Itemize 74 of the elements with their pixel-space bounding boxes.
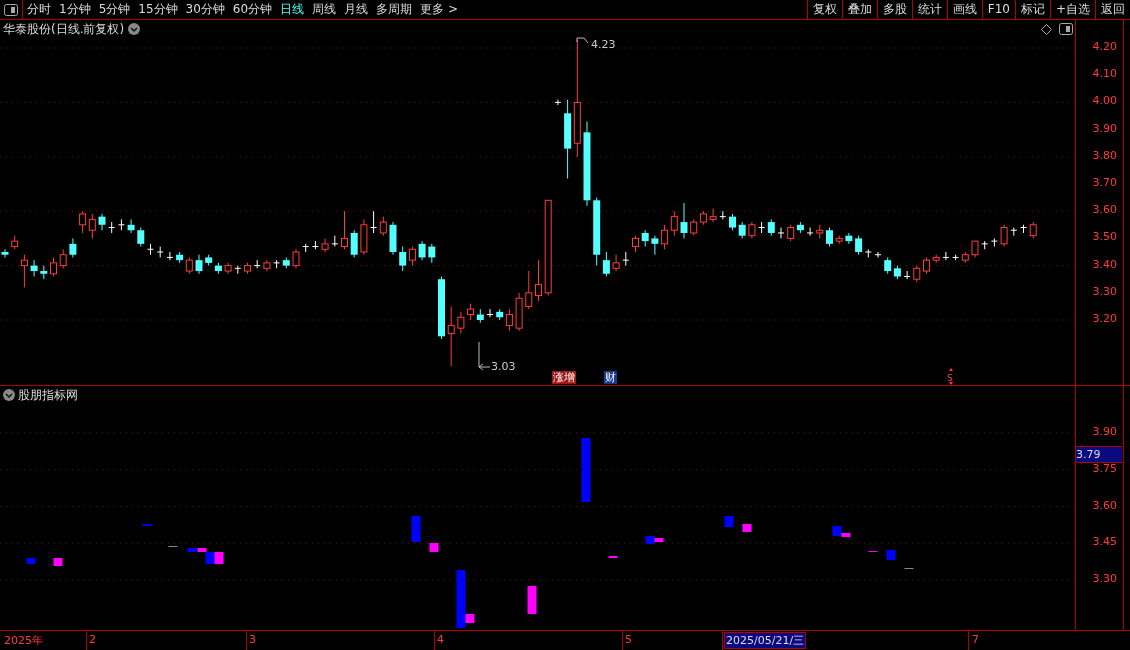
indicator-bar <box>53 558 63 566</box>
high-price-label: 4.23 <box>591 38 616 51</box>
period-tab[interactable]: 周线 <box>308 1 341 18</box>
event-tag[interactable]: 涨增 <box>552 371 576 384</box>
indicator-axis-label: 3.45 <box>1092 535 1117 549</box>
toolbar-button[interactable]: F10 <box>981 0 1015 19</box>
price-axis-label: 3.50 <box>1092 230 1117 244</box>
indicator-bar <box>868 551 878 552</box>
period-tab[interactable]: 60分钟 <box>228 1 277 18</box>
date-axis-label: 2 <box>89 633 96 646</box>
event-tag[interactable]: S <box>946 374 954 383</box>
price-axis-label: 3.20 <box>1092 312 1117 325</box>
price-axis-label: 3.80 <box>1092 148 1117 162</box>
toolbar-button[interactable]: 叠加 <box>841 0 877 19</box>
date-axis-label: 7 <box>972 633 979 646</box>
toolbar-button[interactable]: 多股 <box>876 0 912 19</box>
period-tab[interactable]: 月线 <box>340 1 373 18</box>
indicator-bar <box>142 524 152 526</box>
price-axis-label: 3.60 <box>1092 203 1117 217</box>
event-tag[interactable]: 财 <box>604 371 617 384</box>
period-tab[interactable]: 分时 <box>23 1 55 18</box>
toolbar-button[interactable]: 标记 <box>1014 0 1050 19</box>
price-axis-label: 3.70 <box>1092 176 1117 189</box>
price-axis-label: 4.00 <box>1092 94 1117 108</box>
date-axis-label: 3 <box>249 633 256 646</box>
signal-arrows-icon <box>949 368 953 385</box>
period-tab[interactable]: 5分钟 <box>94 1 135 18</box>
toolbar-button[interactable]: +自选 <box>1049 0 1095 19</box>
indicator-title: 股朋指标网 <box>18 387 78 404</box>
toolbar-button[interactable]: 返回 <box>1095 0 1130 19</box>
diamond-icon[interactable] <box>1041 24 1052 35</box>
indicator-bar <box>724 516 734 527</box>
toolbar-button[interactable]: 画线 <box>946 0 982 19</box>
indicator-bar <box>742 524 752 532</box>
leader-line <box>478 341 491 371</box>
period-tab[interactable]: 日线 <box>276 1 309 18</box>
price-axis-label: 3.90 <box>1092 121 1117 135</box>
panel-toggle-icon[interactable] <box>1059 23 1073 35</box>
cursor-value-label: 3.79 <box>1076 446 1122 463</box>
date-axis-label: 5 <box>625 633 632 646</box>
indicator-bar <box>581 438 591 502</box>
dropdown-icon[interactable] <box>3 389 15 401</box>
period-tab[interactable]: 15分钟 <box>134 1 182 18</box>
period-tab[interactable]: 1分钟 <box>55 1 95 18</box>
indicator-bar <box>214 552 224 564</box>
price-axis-label: 4.20 <box>1092 40 1117 53</box>
indicator-bar <box>608 556 618 558</box>
leader-line <box>576 37 589 44</box>
indicator-bar <box>411 516 421 542</box>
cursor-date-label: 2025/05/21/三 <box>724 632 807 649</box>
date-axis-label: 4 <box>437 633 444 646</box>
toolbar-button[interactable]: 复权 <box>806 0 842 19</box>
indicator-axis-label: 3.30 <box>1092 572 1117 585</box>
date-axis-label: 2025年 <box>4 633 43 648</box>
indicator-bar <box>527 586 537 614</box>
period-tab[interactable]: 多周期 <box>372 1 417 18</box>
price-axis-label: 3.30 <box>1092 284 1117 298</box>
chart-title: 华泰股份(日线.前复权) <box>3 21 125 38</box>
indicator-bar <box>904 568 914 569</box>
indicator-bar <box>26 558 36 564</box>
indicator-bar <box>429 543 439 552</box>
low-price-label: 3.03 <box>491 360 516 373</box>
period-tab[interactable]: 更多 > <box>416 1 462 18</box>
panel-toggle-icon <box>4 3 18 16</box>
indicator-axis-label: 3.60 <box>1092 498 1117 512</box>
period-tab[interactable]: 30分钟 <box>181 1 229 18</box>
indicator-axis-label: 3.90 <box>1092 425 1117 438</box>
price-axis-label: 3.40 <box>1092 257 1117 271</box>
price-axis-label: 4.10 <box>1092 67 1117 81</box>
indicator-bar <box>168 546 178 547</box>
indicator-axis-label: 3.75 <box>1092 461 1117 475</box>
toolbar-button[interactable]: 统计 <box>911 0 947 19</box>
indicator-bar <box>886 550 896 560</box>
dropdown-icon[interactable] <box>128 23 140 35</box>
